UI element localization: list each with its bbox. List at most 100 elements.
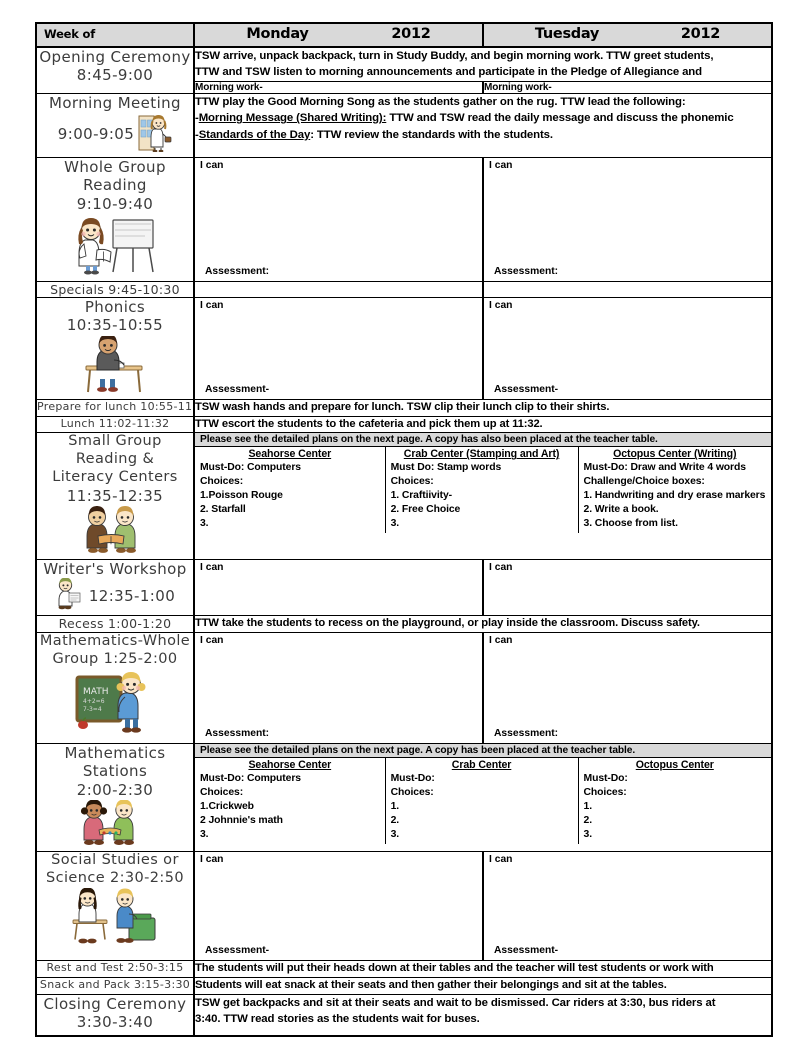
row-opening-ceremony: Opening Ceremony 8:45-9:00 TSW arrive, u… <box>35 46 773 94</box>
monday-i-can-phonics: I can <box>200 300 224 312</box>
subject-closing-ceremony: Closing Ceremony 3:30-3:40 <box>35 993 195 1037</box>
monday-morning-work[interactable]: Morning work- <box>193 80 484 94</box>
subject-title-writers-workshop: Writer's Workshop <box>43 559 187 578</box>
monday-assessment-social-studies: Assessment- <box>205 944 270 956</box>
literacy-center-seahorse[interactable]: Seahorse Center Must-Do: Computers Choic… <box>195 447 386 534</box>
tuesday-writers-workshop-cell[interactable]: I can <box>482 558 773 617</box>
header-tuesday-cell: Tuesday 2012 <box>482 22 773 48</box>
subject-math-whole-group: Mathematics-Whole Group 1:25-2:00 MATH 4… <box>35 632 195 744</box>
subject-whole-group-reading: Whole Group Reading 9:10-9:40 <box>35 157 195 283</box>
tuesday-assessment-math-whole: Assessment: <box>494 728 559 739</box>
closing-text-line-2: 3:40. TTW read stories as the students w… <box>195 1013 480 1026</box>
table-header-row: Week of Monday 2012 Tuesday 2012 <box>35 22 773 48</box>
monday-phonics-cell[interactable]: I can Assessment- <box>193 297 484 400</box>
tuesday-specials-cell[interactable] <box>482 281 773 299</box>
literacy-center-mustdo-octopus: Must-Do: Draw and Write 4 words <box>583 462 747 474</box>
math-center-crab[interactable]: Crab Center Must-Do: Choices: 1. 2. 3. <box>385 758 579 844</box>
tuesday-whole-group-reading-cell[interactable]: I can Assessment: <box>482 157 773 283</box>
monday-i-can-math-whole: I can <box>200 635 224 646</box>
monday-specials-cell[interactable] <box>193 281 484 299</box>
girl-at-chalkboard-math-clipart-icon: MATH 4+2=6 7-3=4 <box>37 669 193 740</box>
math-center-octopus[interactable]: Octopus Center Must-Do: Choices: 1. 2. 3… <box>578 758 771 844</box>
subject-title-closing: Closing Ceremony <box>43 994 187 1013</box>
two-children-reading-clipart-icon <box>37 501 193 559</box>
math-center-title-crab: Crab Center <box>451 759 512 771</box>
tuesday-math-whole-group-cell[interactable]: I can Assessment: <box>482 632 773 744</box>
literacy-center-choices-label-octopus: Challenge/Choice boxes: <box>583 476 705 488</box>
opening-text-line-1: TSW arrive, unpack backpack, turn in Stu… <box>195 50 714 62</box>
monday-social-studies-cell[interactable]: I can Assessment- <box>193 850 484 961</box>
tuesday-social-studies-cell[interactable]: I can Assessment- <box>482 850 773 961</box>
math-center-title-octopus: Octopus Center <box>635 759 714 771</box>
math-center-mustdo-octopus: Must-Do: <box>583 773 628 784</box>
tuesday-phonics-cell[interactable]: I can Assessment- <box>482 297 773 400</box>
recess-text[interactable]: TTW take the students to recess on the p… <box>193 615 773 633</box>
subject-time-whole-group: 9:10-9:40 <box>76 194 154 213</box>
header-year-tuesday: 2012 <box>680 26 721 42</box>
subject-title-small-group-2: Literacy Centers <box>52 468 178 485</box>
math-stations-cell: Please see the detailed plans on the nex… <box>193 743 773 852</box>
prepare-for-lunch-text[interactable]: TSW wash hands and prepare for lunch. TS… <box>193 398 773 417</box>
opening-description-cell[interactable]: TSW arrive, unpack backpack, turn in Stu… <box>193 46 773 82</box>
literacy-center-choices-label-seahorse: Choices: <box>200 476 244 488</box>
rest-and-test-label: Rest and Test 2:50-3:15 <box>35 959 195 978</box>
literacy-center-octopus[interactable]: Octopus Center (Writing) Must-Do: Draw a… <box>578 447 771 534</box>
morning-meeting-line-3: -Standards of the Day: TTW review the st… <box>195 128 553 141</box>
svg-text:MATH: MATH <box>83 687 109 697</box>
subject-title-math-whole-1: Mathematics-Whole <box>39 633 191 649</box>
row-social-studies-science: Social Studies or Science 2:30-2:50 I ca… <box>35 850 773 961</box>
subject-time-writers-workshop: 12:35-1:00 <box>88 587 176 606</box>
svg-text:4+2=6: 4+2=6 <box>83 698 105 705</box>
literacy-center-title-crab: Crab Center (Stamping and Art) <box>403 448 560 461</box>
header-day-name-monday: Monday <box>246 26 309 42</box>
math-center-item: 1.Crickweb <box>200 800 254 812</box>
subject-title-math-stations-2: Stations <box>82 762 148 781</box>
row-morning-meeting: Morning Meeting 9:00-9:05 TTW play the G… <box>35 92 773 159</box>
subject-title-whole-group-2: Reading <box>83 176 147 195</box>
row-whole-group-reading: Whole Group Reading 9:10-9:40 I can Asse… <box>35 157 773 283</box>
math-center-mustdo-crab: Must-Do: <box>390 773 435 784</box>
subject-time-small-group: 11:35-12:35 <box>66 486 164 505</box>
row-writers-workshop: Writer's Workshop 12:35-1:00 I can I can <box>35 558 773 617</box>
morning-meeting-description-cell[interactable]: TTW play the Good Morning Song as the st… <box>193 92 773 159</box>
row-math-stations: Mathematics Stations 2:00-2:30 Please se… <box>35 743 773 852</box>
math-center-item: 2. <box>390 814 400 826</box>
rest-and-test-text[interactable]: The students will put their heads down a… <box>193 959 773 978</box>
morning-message-underlined: Morning Message (Shared Writing): <box>198 112 387 125</box>
subject-title-social-studies-1: Social Studies or <box>51 851 179 868</box>
literacy-center-crab[interactable]: Crab Center (Stamping and Art) Must Do: … <box>385 447 579 534</box>
monday-math-whole-group-cell[interactable]: I can Assessment: <box>193 632 484 744</box>
lunch-text[interactable]: TTW escort the students to the cafeteria… <box>193 415 773 434</box>
row-small-group-reading: Small Group Reading & Literacy Centers 1… <box>35 432 773 560</box>
week-of-label: Week of <box>44 27 96 41</box>
prepare-for-lunch-label: Prepare for lunch 10:55-11:02 <box>35 398 195 417</box>
literacy-center-mustdo-crab: Must Do: Stamp words <box>390 462 502 474</box>
monday-assessment-math-whole: Assessment: <box>205 728 270 739</box>
math-center-title-seahorse: Seahorse Center <box>248 759 332 771</box>
literacy-center-item: 2. Write a book. <box>583 504 659 516</box>
literacy-center-choices-label-crab: Choices: <box>390 476 434 488</box>
monday-whole-group-reading-cell[interactable]: I can Assessment: <box>193 157 484 283</box>
math-center-seahorse[interactable]: Seahorse Center Must-Do: Computers Choic… <box>195 758 386 844</box>
monday-writers-workshop-cell[interactable]: I can <box>193 558 484 617</box>
standards-of-day-underlined: Standards of the Day <box>198 128 311 141</box>
math-center-item: 1. <box>583 800 593 812</box>
tuesday-morning-work[interactable]: Morning work- <box>482 80 773 94</box>
math-center-item: 2. <box>583 814 593 826</box>
literacy-center-title-octopus: Octopus Center (Writing) <box>613 448 737 461</box>
subject-time-opening: 8:45-9:00 <box>76 66 154 85</box>
literacy-center-item: 3. <box>390 518 400 530</box>
closing-description-cell[interactable]: TSW get backpacks and sit at their seats… <box>193 993 773 1037</box>
literacy-centers-cell: Please see the detailed plans on the nex… <box>193 432 773 560</box>
math-center-item: 3. <box>200 828 209 840</box>
lunch-label: Lunch 11:02-11:32 <box>35 415 195 434</box>
teacher-at-door-clipart-icon <box>138 112 172 157</box>
monday-assessment-phonics: Assessment- <box>205 383 270 395</box>
subject-title-social-studies-2: Science 2:30-2:50 <box>46 869 184 886</box>
morning-meeting-line-1: TTW play the Good Morning Song as the st… <box>195 95 686 108</box>
math-center-choices-label-octopus: Choices: <box>583 786 627 798</box>
row-rest-and-test: Rest and Test 2:50-3:15 The students wil… <box>35 959 773 978</box>
subject-time-closing: 3:30-3:40 <box>76 1013 154 1031</box>
subject-opening-ceremony: Opening Ceremony 8:45-9:00 <box>35 46 195 94</box>
snack-and-pack-text[interactable]: Students will eat snack at their seats a… <box>193 976 773 995</box>
